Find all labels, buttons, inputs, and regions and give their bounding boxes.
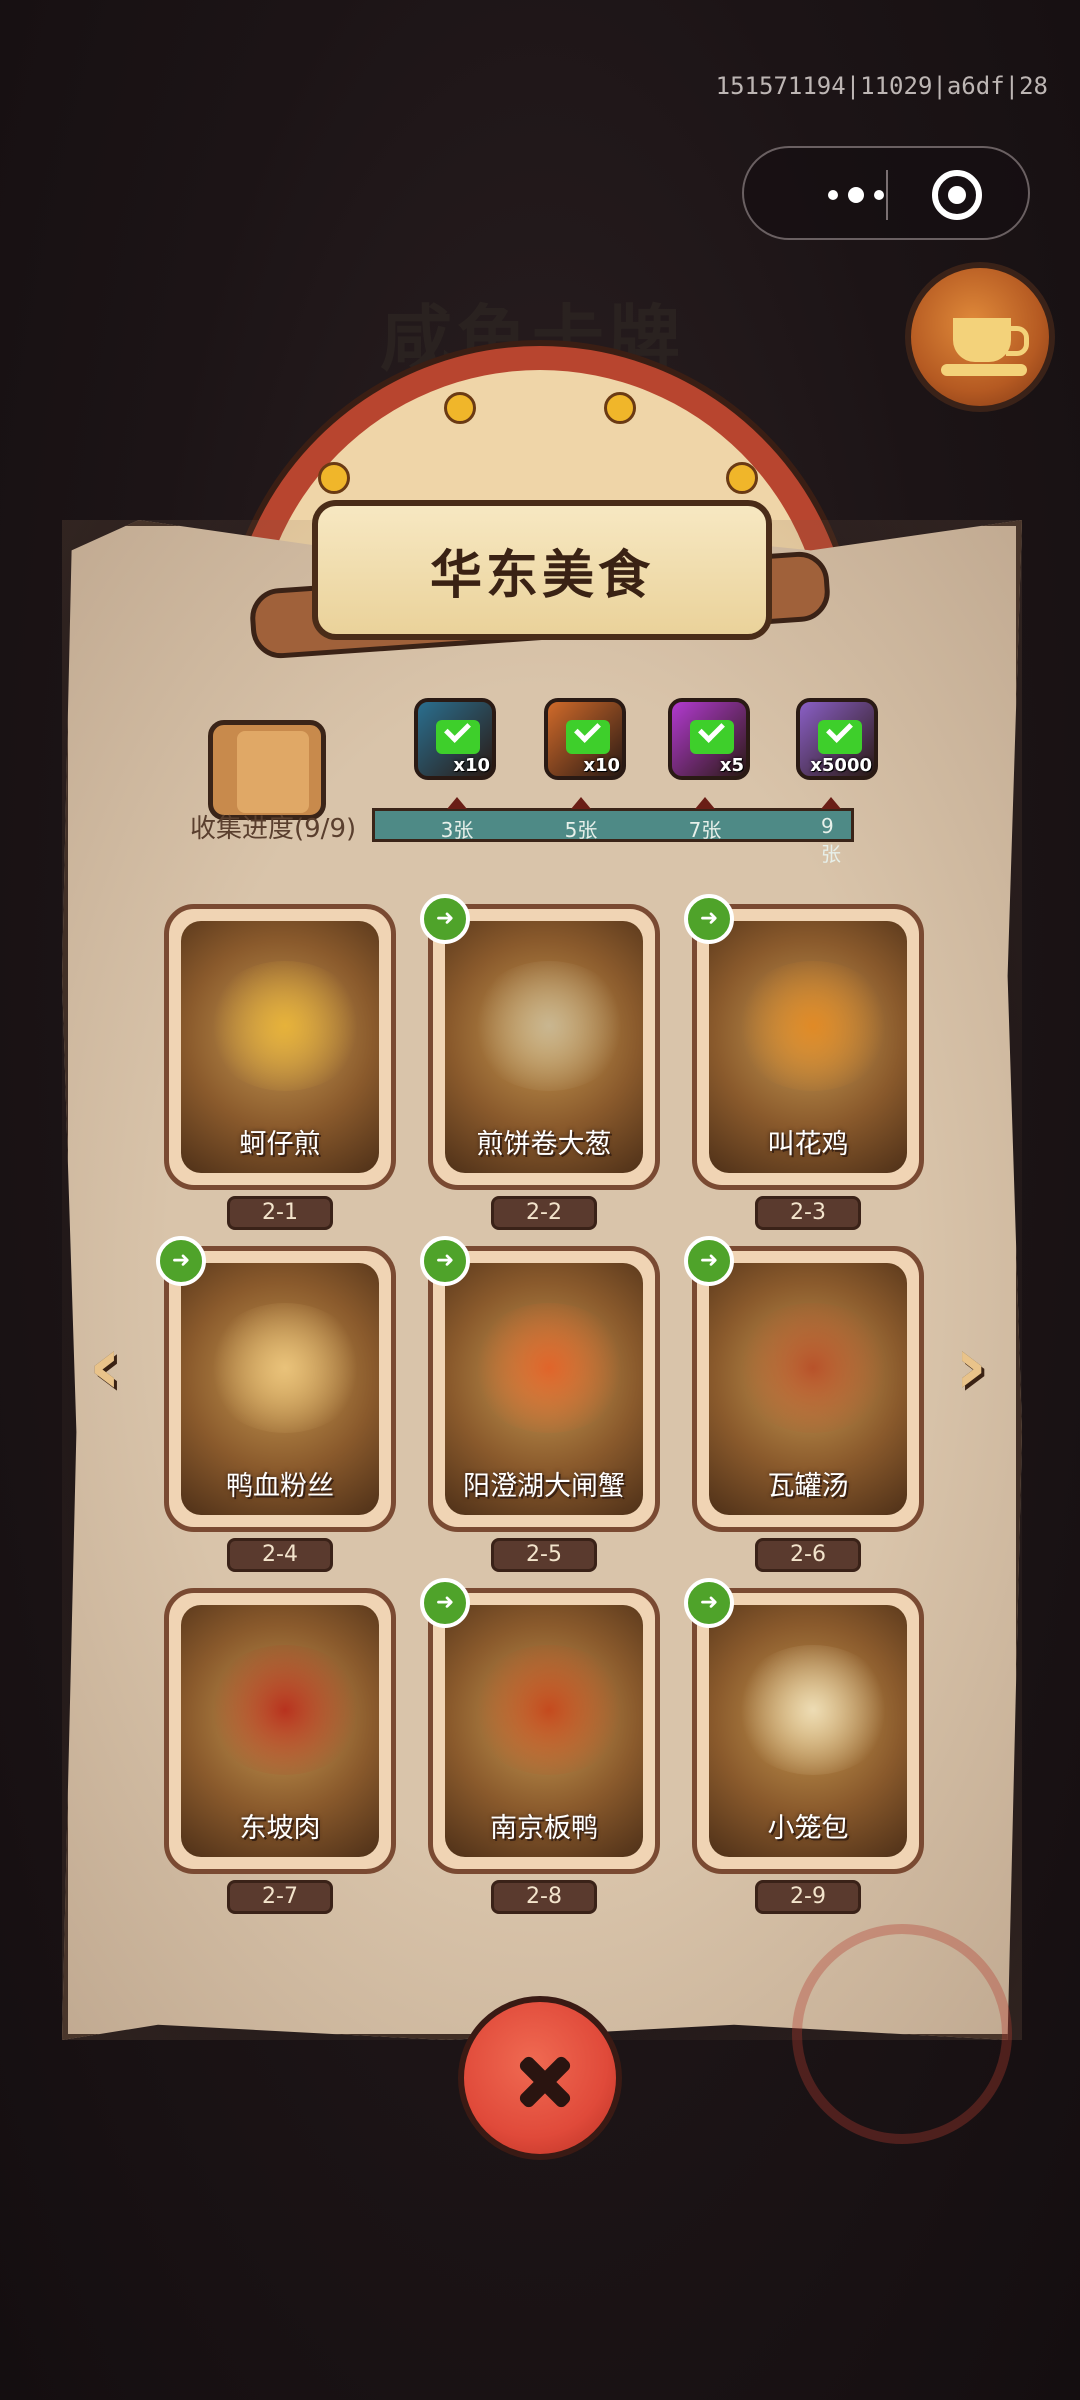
card-frame: 南京板鸭 bbox=[445, 1605, 643, 1857]
milestone-reward-0[interactable]: x10 bbox=[414, 698, 496, 780]
card-name: 阳澄湖大闸蟹 bbox=[463, 1471, 625, 1502]
food-illustration bbox=[205, 1303, 365, 1433]
reward-quantity: x5 bbox=[719, 755, 744, 776]
card-frame: 小笼包 bbox=[709, 1605, 907, 1857]
next-page-button[interactable]: › bbox=[940, 1314, 1002, 1418]
milestone-reward-3[interactable]: x5000 bbox=[796, 698, 878, 780]
claimed-check-icon bbox=[818, 720, 862, 754]
food-card[interactable]: 小笼包 bbox=[692, 1588, 924, 1874]
claimed-check-icon bbox=[436, 720, 480, 754]
share-icon[interactable] bbox=[156, 1236, 206, 1286]
card-frame: 阳澄湖大闸蟹 bbox=[445, 1263, 643, 1515]
milestone-marker bbox=[695, 797, 715, 809]
card-number-tag: 2-6 bbox=[755, 1538, 861, 1572]
card-number-tag: 2-9 bbox=[755, 1880, 861, 1914]
share-icon[interactable] bbox=[420, 1236, 470, 1286]
reward-quantity: x10 bbox=[583, 755, 620, 776]
dot-icon bbox=[828, 190, 838, 200]
card-name: 小笼包 bbox=[767, 1813, 849, 1844]
coffee-button[interactable] bbox=[905, 262, 1055, 412]
close-miniprogram-icon[interactable] bbox=[932, 170, 982, 220]
close-button[interactable] bbox=[458, 1996, 622, 2160]
share-icon[interactable] bbox=[420, 894, 470, 944]
card-number-tag: 2-2 bbox=[491, 1196, 597, 1230]
food-illustration bbox=[205, 1645, 365, 1775]
capsule-divider bbox=[886, 170, 888, 220]
card-frame: 鸭血粉丝 bbox=[181, 1263, 379, 1515]
card-number-tag: 2-7 bbox=[227, 1880, 333, 1914]
share-icon[interactable] bbox=[420, 1578, 470, 1628]
card-name: 叫花鸡 bbox=[767, 1129, 849, 1160]
reward-quantity: x5000 bbox=[810, 755, 872, 776]
reward-quantity: x10 bbox=[453, 755, 490, 776]
share-icon[interactable] bbox=[684, 1236, 734, 1286]
card-frame: 瓦罐汤 bbox=[709, 1263, 907, 1515]
card-name: 煎饼卷大葱 bbox=[476, 1129, 612, 1160]
food-card[interactable]: 南京板鸭 bbox=[428, 1588, 660, 1874]
bolt-icon bbox=[318, 462, 350, 494]
milestone-label: 3张 bbox=[440, 818, 474, 842]
bolt-icon bbox=[604, 392, 636, 424]
card-number-tag: 2-3 bbox=[755, 1196, 861, 1230]
food-card[interactable]: 东坡肉 bbox=[164, 1588, 396, 1874]
milestone-label: 5张 bbox=[564, 818, 598, 842]
card-frame: 东坡肉 bbox=[181, 1605, 379, 1857]
food-illustration bbox=[733, 961, 893, 1091]
debug-id: 151571194|11029|a6df|28 bbox=[715, 72, 1048, 100]
title-ribbon: 华东美食 bbox=[312, 500, 772, 640]
card-name: 东坡肉 bbox=[239, 1813, 321, 1844]
milestone-label: 7张 bbox=[688, 818, 722, 842]
card-frame: 叫花鸡 bbox=[709, 921, 907, 1173]
milestone-label: 9张 bbox=[821, 814, 841, 866]
food-illustration bbox=[469, 1303, 629, 1433]
food-illustration bbox=[469, 961, 629, 1091]
food-card[interactable]: 蚵仔煎 bbox=[164, 904, 396, 1190]
milestone-marker bbox=[571, 797, 591, 809]
food-illustration bbox=[733, 1303, 893, 1433]
bolt-icon bbox=[444, 392, 476, 424]
share-icon[interactable] bbox=[684, 1578, 734, 1628]
claimed-check-icon bbox=[566, 720, 610, 754]
more-menu-button[interactable] bbox=[786, 170, 926, 220]
seal-stamp bbox=[792, 1924, 1012, 2144]
milestone-reward-1[interactable]: x10 bbox=[544, 698, 626, 780]
food-card[interactable]: 瓦罐汤 bbox=[692, 1246, 924, 1532]
dot-icon bbox=[874, 190, 884, 200]
collection-book-icon bbox=[208, 720, 326, 820]
food-card[interactable]: 煎饼卷大葱 bbox=[428, 904, 660, 1190]
collection-progress-label: 收集进度(9/9) bbox=[190, 814, 357, 844]
panel-title: 华东美食 bbox=[429, 545, 654, 606]
claimed-check-icon bbox=[690, 720, 734, 754]
share-icon[interactable] bbox=[684, 894, 734, 944]
collection-progress-bar: 3张 5张 7张 9张 bbox=[372, 797, 854, 866]
food-illustration bbox=[205, 961, 365, 1091]
card-name: 蚵仔煎 bbox=[239, 1129, 321, 1160]
milestone-marker bbox=[447, 797, 467, 809]
card-number-tag: 2-1 bbox=[227, 1196, 333, 1230]
card-frame: 蚵仔煎 bbox=[181, 921, 379, 1173]
card-name: 瓦罐汤 bbox=[767, 1471, 849, 1502]
saucer-icon bbox=[941, 364, 1027, 376]
food-card[interactable]: 阳澄湖大闸蟹 bbox=[428, 1246, 660, 1532]
card-name: 鸭血粉丝 bbox=[226, 1471, 334, 1502]
card-number-tag: 2-4 bbox=[227, 1538, 333, 1572]
card-number-tag: 2-8 bbox=[491, 1880, 597, 1914]
dot-icon bbox=[848, 187, 864, 203]
card-frame: 煎饼卷大葱 bbox=[445, 921, 643, 1173]
chevron-left-icon: ‹ bbox=[88, 1319, 122, 1412]
prev-page-button[interactable]: ‹ bbox=[74, 1314, 136, 1418]
card-name: 南京板鸭 bbox=[490, 1813, 598, 1844]
coffee-cup-icon bbox=[953, 318, 1029, 362]
food-card[interactable]: 鸭血粉丝 bbox=[164, 1246, 396, 1532]
milestone-reward-2[interactable]: x5 bbox=[668, 698, 750, 780]
card-number-tag: 2-5 bbox=[491, 1538, 597, 1572]
food-illustration bbox=[469, 1645, 629, 1775]
miniprogram-capsule bbox=[742, 146, 1030, 240]
chevron-right-icon: › bbox=[954, 1319, 988, 1412]
milestone-marker bbox=[821, 797, 841, 809]
food-card[interactable]: 叫花鸡 bbox=[692, 904, 924, 1190]
bolt-icon bbox=[726, 462, 758, 494]
food-illustration bbox=[733, 1645, 893, 1775]
